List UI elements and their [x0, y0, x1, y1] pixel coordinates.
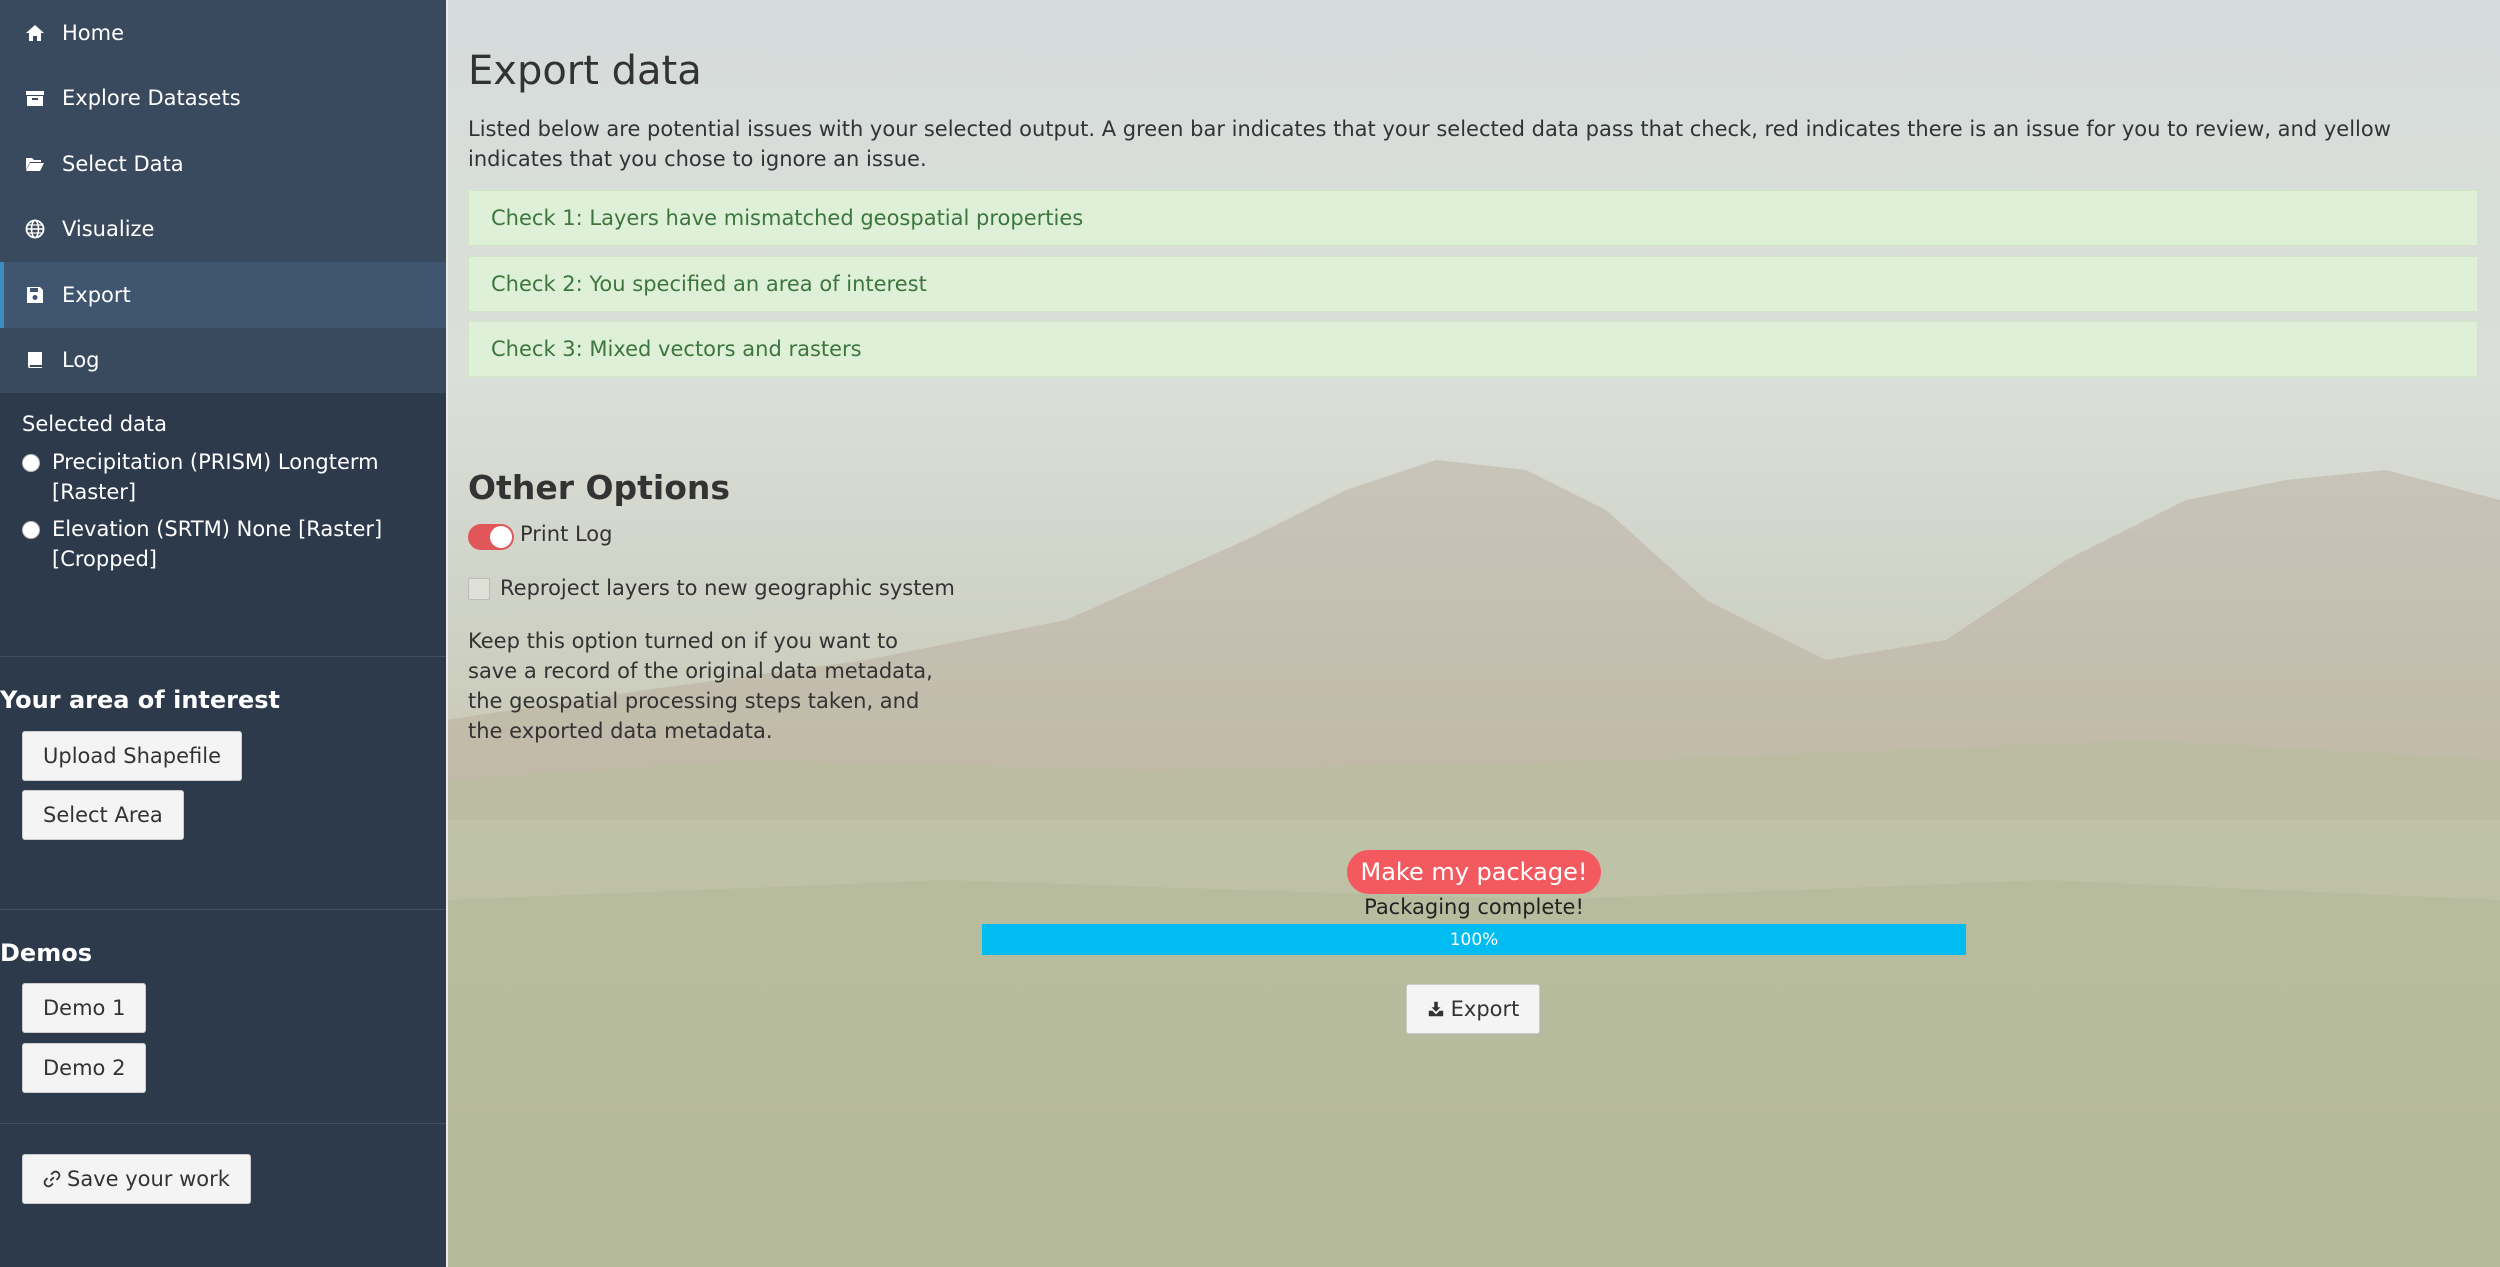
sidebar-item-label: Select Data [62, 151, 184, 176]
selected-data-title: Selected data [22, 412, 168, 436]
folder-open-icon [24, 153, 46, 175]
save-work-button[interactable]: Save your work [22, 1154, 251, 1204]
make-package-button[interactable]: Make my package! [1347, 850, 1601, 894]
print-log-label: Print Log [520, 522, 613, 546]
packaging-status: Packaging complete! [1364, 895, 1584, 919]
sidebar-item-select-data[interactable]: Select Data [0, 131, 446, 197]
sidebar-item-label: Home [62, 20, 125, 45]
aoi-title: Your area of interest [0, 686, 281, 714]
save-icon [24, 284, 46, 306]
check-label: Check 1: Layers have mismatched geospati… [491, 206, 1084, 230]
demos-title: Demos [0, 939, 92, 967]
demo-1-button[interactable]: Demo 1 [22, 983, 147, 1033]
sidebar-item-label: Explore Datasets [62, 86, 241, 111]
check-bar[interactable]: Check 3: Mixed vectors and rasters [468, 321, 2478, 377]
save-work-label: Save your work [67, 1167, 230, 1191]
export-button[interactable]: Export [1406, 984, 1540, 1034]
check-bar[interactable]: Check 2: You specified an area of intere… [468, 256, 2478, 312]
toggle-knob [490, 526, 512, 548]
selected-data-item[interactable]: Precipitation (PRISM) Longterm [Raster] [22, 447, 422, 507]
selected-data-label: Elevation (SRTM) None [Raster] [Cropped] [52, 517, 383, 571]
sidebar-item-home[interactable]: Home [0, 0, 446, 66]
check-label: Check 2: You specified an area of intere… [491, 272, 927, 296]
sidebar-divider [0, 656, 446, 657]
demo-2-button[interactable]: Demo 2 [22, 1043, 147, 1093]
sidebar-item-label: Log [62, 348, 100, 373]
globe-icon [24, 218, 46, 240]
selected-data-item[interactable]: Elevation (SRTM) None [Raster] [Cropped] [22, 514, 422, 574]
print-log-toggle[interactable] [468, 524, 514, 550]
download-icon [1428, 1001, 1443, 1017]
select-area-button[interactable]: Select Area [22, 790, 184, 840]
radio-button[interactable] [22, 521, 40, 539]
progress-fill: 100% [982, 924, 1966, 955]
reproject-checkbox[interactable] [468, 578, 490, 600]
main-panel: Export data Listed below are potential i… [446, 0, 2500, 1267]
sidebar: Home Explore Datasets Select Data Visual… [0, 0, 446, 1267]
sidebar-item-log[interactable]: Log [0, 328, 446, 394]
sidebar-divider [0, 909, 446, 910]
book-icon [24, 349, 46, 371]
other-options-title: Other Options [468, 468, 731, 507]
radio-button[interactable] [22, 454, 40, 472]
help-text: Keep this option turned on if you want t… [468, 629, 933, 743]
selected-data-label: Precipitation (PRISM) Longterm [Raster] [52, 450, 379, 504]
upload-shapefile-button[interactable]: Upload Shapefile [22, 731, 242, 781]
sidebar-item-explore-datasets[interactable]: Explore Datasets [0, 66, 446, 132]
intro-text: Listed below are potential issues with y… [468, 117, 2391, 171]
sidebar-item-label: Visualize [62, 217, 155, 242]
page-title: Export data [468, 48, 702, 94]
sidebar-nav: Home Explore Datasets Select Data Visual… [0, 0, 446, 393]
link-icon [43, 1170, 61, 1188]
sidebar-item-visualize[interactable]: Visualize [0, 197, 446, 263]
sidebar-item-export[interactable]: Export [0, 262, 446, 328]
sidebar-item-label: Export [62, 282, 131, 307]
check-label: Check 3: Mixed vectors and rasters [491, 337, 862, 361]
check-bar[interactable]: Check 1: Layers have mismatched geospati… [468, 190, 2478, 246]
progress-bar: 100% [982, 924, 1966, 955]
sidebar-divider [0, 1123, 446, 1124]
home-icon [24, 22, 46, 44]
export-label: Export [1450, 997, 1520, 1021]
reproject-label: Reproject layers to new geographic syste… [500, 576, 955, 600]
archive-icon [24, 87, 46, 109]
